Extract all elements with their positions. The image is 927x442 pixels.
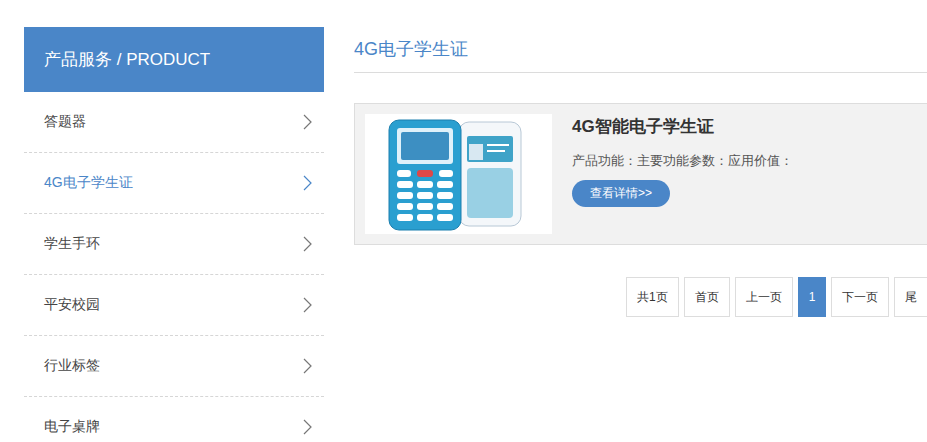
sidebar: 产品服务 / PRODUCT 答题器 4G电子学生证学生手环平安校园行业标签电子桌牌: [24, 27, 324, 442]
student-card-device-icon: [365, 114, 552, 234]
product-name[interactable]: 4G智能电子学生证: [572, 115, 793, 138]
chevron-right-icon: [302, 114, 312, 130]
product-info: 4G智能电子学生证产品功能：主要功能参数：应用价值： 查看详情>>: [572, 114, 793, 234]
chevron-right-icon: [302, 236, 312, 252]
sidebar-item-label: 答题器: [44, 113, 86, 131]
page: 产品服务 / PRODUCT答题器4G电子学生证学生手环平安校园行业标签电子桌牌…: [0, 0, 927, 442]
product-card: 4G智能电子学生证产品功能：主要功能参数：应用价值： 查看详情>>: [354, 103, 927, 245]
pagination-button[interactable]: 首页: [684, 277, 730, 317]
details-button[interactable]: 查看详情>>: [572, 180, 670, 207]
sidebar-item[interactable]: 电子桌牌: [24, 397, 324, 442]
sidebar-item-label: 行业标签: [44, 357, 100, 375]
sidebar-item[interactable]: 答题器: [24, 92, 324, 153]
pagination: 共1页首页上一页1下一页尾: [626, 277, 927, 317]
sidebar-item[interactable]: 4G电子学生证: [24, 153, 324, 214]
chevron-right-icon: [302, 175, 312, 191]
pagination-button[interactable]: 共1页: [626, 277, 679, 317]
sidebar-item-label: 4G电子学生证: [44, 174, 133, 192]
chevron-right-icon: [302, 358, 312, 374]
chevron-right-icon: [302, 297, 312, 313]
sidebar-item-label: 平安校园: [44, 296, 100, 314]
chevron-right-icon: [302, 419, 312, 435]
pagination-button[interactable]: 1: [798, 277, 827, 317]
pagination-button[interactable]: 下一页: [831, 277, 889, 317]
sidebar-item[interactable]: 行业标签: [24, 336, 324, 397]
sidebar-item[interactable]: 平安校园: [24, 275, 324, 336]
pagination-button[interactable]: 上一页: [735, 277, 793, 317]
product-image[interactable]: [365, 114, 552, 234]
content-title: 4G电子学生证: [354, 27, 927, 73]
pagination-button[interactable]: 尾: [894, 277, 927, 317]
sidebar-item[interactable]: 学生手环: [24, 214, 324, 275]
product-description: 产品功能：主要功能参数：应用价值：: [572, 152, 793, 170]
sidebar-title: 产品服务 / PRODUCT: [24, 27, 324, 92]
content: 4G电子学生证 4G智能电子学生证产品功能：主要功能参数：应用价值： 查看详情>> 共…: [354, 27, 927, 442]
sidebar-item-label: 学生手环: [44, 235, 100, 253]
sidebar-item-label: 电子桌牌: [44, 418, 100, 436]
